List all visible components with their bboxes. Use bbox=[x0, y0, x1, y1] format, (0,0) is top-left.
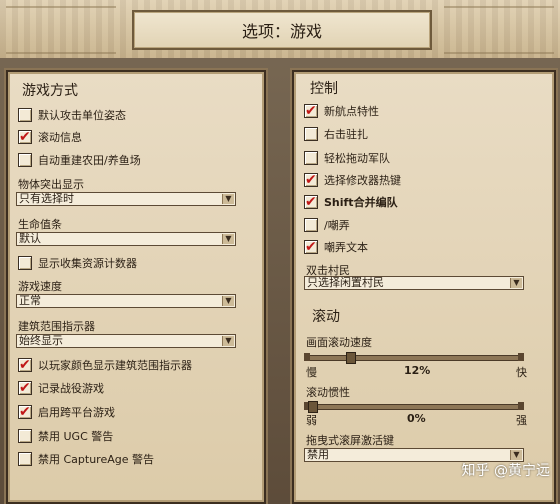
scroll-inertia-track[interactable] bbox=[308, 404, 520, 410]
chevron-down-icon[interactable]: ▼ bbox=[222, 336, 234, 346]
unit-highlight-select[interactable]: 只有选择时 ▼ bbox=[16, 192, 236, 206]
select-value: 禁用 bbox=[307, 448, 329, 461]
ornament-right bbox=[444, 6, 554, 54]
checkbox-taunt-text[interactable]: 嘲弄文本 bbox=[304, 238, 368, 256]
select-value: 始终显示 bbox=[19, 334, 63, 347]
checkbox-label: 嘲弄文本 bbox=[324, 241, 368, 254]
controls-section-title: 控制 bbox=[310, 81, 338, 97]
checkbox-disable-captureage-warning[interactable]: 禁用 CaptureAge 警告 bbox=[18, 450, 154, 468]
select-value: 默认 bbox=[19, 232, 41, 245]
scroll-speed-knob[interactable] bbox=[346, 352, 357, 364]
scroll-speed-max-label: 快 bbox=[516, 366, 527, 379]
health-bar-label: 生命值条 bbox=[18, 218, 62, 231]
checkbox-label: Shift合并编队 bbox=[324, 196, 398, 209]
checkbox-label: 选择修改器热键 bbox=[324, 174, 401, 187]
ornament-left bbox=[6, 6, 116, 54]
checkbox-label: 默认攻击单位姿态 bbox=[38, 109, 126, 122]
checkbox-right-click-garrison[interactable]: 右击驻扎 bbox=[304, 125, 368, 143]
checkbox-disable-ugc-warning[interactable]: 禁用 UGC 警告 bbox=[18, 427, 113, 445]
double-click-villager-select[interactable]: 只选择闲置村民 ▼ bbox=[304, 276, 524, 290]
build-range-select[interactable]: 始终显示 ▼ bbox=[16, 334, 236, 348]
select-value: 只选择闲置村民 bbox=[307, 276, 384, 289]
checkbox-shift-merge-groups[interactable]: Shift合并编队 bbox=[304, 193, 398, 211]
checkbox-modifier-hotkeys[interactable]: 选择修改器热键 bbox=[304, 171, 401, 189]
checkbox-scrolling-info[interactable]: 滚动信息 bbox=[18, 128, 82, 146]
checkbox-taunt-command[interactable]: /嘲弄 bbox=[304, 216, 350, 234]
checkbox-box[interactable] bbox=[304, 218, 318, 232]
checkbox-crossplay[interactable]: 启用跨平台游戏 bbox=[18, 403, 115, 421]
watermark: 知乎 @黄宁远 bbox=[461, 463, 550, 479]
scroll-speed-min-label: 慢 bbox=[306, 366, 317, 379]
checkbox-box[interactable] bbox=[304, 238, 318, 256]
checkbox-box[interactable] bbox=[18, 256, 32, 270]
scroll-inertia-value: 0% bbox=[407, 412, 426, 425]
checkbox-box[interactable] bbox=[18, 379, 32, 397]
title-plate: 选项：游戏 bbox=[132, 10, 432, 50]
scroll-speed-label: 画面滚动速度 bbox=[306, 336, 372, 349]
checkbox-label: /嘲弄 bbox=[324, 219, 350, 232]
checkbox-player-color-range[interactable]: 以玩家颜色显示建筑范围指示器 bbox=[18, 356, 192, 374]
controls-panel: 控制 新航点特性 右击驻扎 轻松拖动军队 选择修改器热键 Shift合并编队 /… bbox=[292, 70, 556, 504]
scroll-inertia-label: 滚动惯性 bbox=[306, 386, 350, 399]
checkbox-box[interactable] bbox=[18, 403, 32, 421]
game-speed-label: 游戏速度 bbox=[18, 280, 62, 293]
chevron-down-icon[interactable]: ▼ bbox=[222, 234, 234, 244]
checkbox-label: 以玩家颜色显示建筑范围指示器 bbox=[38, 359, 192, 372]
select-value: 正常 bbox=[19, 294, 41, 307]
checkbox-box[interactable] bbox=[18, 108, 32, 122]
scroll-section-title: 滚动 bbox=[312, 309, 340, 325]
checkbox-record-campaign[interactable]: 记录战役游戏 bbox=[18, 379, 104, 397]
build-range-label: 建筑范围指示器 bbox=[18, 320, 95, 333]
checkbox-box[interactable] bbox=[18, 429, 32, 443]
scroll-inertia-max-label: 强 bbox=[516, 414, 527, 427]
scroll-inertia-min-label: 弱 bbox=[306, 414, 317, 427]
checkbox-box[interactable] bbox=[18, 128, 32, 146]
checkbox-label: 禁用 CaptureAge 警告 bbox=[38, 453, 155, 466]
checkbox-box[interactable] bbox=[304, 127, 318, 141]
scroll-speed-end-left bbox=[304, 353, 310, 361]
checkbox-auto-rebuild-farms[interactable]: 自动重建农田/养鱼场 bbox=[18, 151, 141, 169]
checkbox-label: 轻松拖动军队 bbox=[324, 152, 390, 165]
chevron-down-icon[interactable]: ▼ bbox=[510, 450, 522, 460]
checkbox-new-waypoints[interactable]: 新航点特性 bbox=[304, 102, 379, 120]
header-band: 选项：游戏 bbox=[0, 0, 560, 58]
scroll-inertia-end-right bbox=[518, 402, 524, 410]
scroll-speed-end-right bbox=[518, 353, 524, 361]
unit-highlight-label: 物体突出显示 bbox=[18, 178, 84, 191]
scroll-speed-track[interactable] bbox=[308, 355, 520, 361]
page-title: 选项：游戏 bbox=[241, 22, 322, 41]
checkbox-label: 自动重建农田/养鱼场 bbox=[38, 154, 141, 167]
checkbox-box[interactable] bbox=[304, 151, 318, 165]
chevron-down-icon[interactable]: ▼ bbox=[510, 278, 522, 288]
checkbox-box[interactable] bbox=[304, 171, 318, 189]
chevron-down-icon[interactable]: ▼ bbox=[222, 296, 234, 306]
health-bar-select[interactable]: 默认 ▼ bbox=[16, 232, 236, 246]
chevron-down-icon[interactable]: ▼ bbox=[222, 194, 234, 204]
checkbox-label: 禁用 UGC 警告 bbox=[38, 430, 114, 443]
edge-scroll-key-label: 拖曳式滚屏激活键 bbox=[306, 434, 394, 447]
checkbox-label: 记录战役游戏 bbox=[38, 382, 104, 395]
checkbox-box[interactable] bbox=[18, 356, 32, 374]
checkbox-resource-counter[interactable]: 显示收集资源计数器 bbox=[18, 254, 137, 272]
checkbox-easy-drag-army[interactable]: 轻松拖动军队 bbox=[304, 149, 390, 167]
checkbox-box[interactable] bbox=[18, 452, 32, 466]
checkbox-box[interactable] bbox=[304, 102, 318, 120]
game-speed-select[interactable]: 正常 ▼ bbox=[16, 294, 236, 308]
checkbox-label: 显示收集资源计数器 bbox=[38, 257, 137, 270]
gameplay-section-title: 游戏方式 bbox=[22, 83, 78, 99]
checkbox-default-attack-stance[interactable]: 默认攻击单位姿态 bbox=[18, 106, 126, 124]
checkbox-box[interactable] bbox=[18, 153, 32, 167]
checkbox-label: 新航点特性 bbox=[324, 105, 379, 118]
checkbox-label: 滚动信息 bbox=[38, 131, 82, 144]
checkbox-label: 右击驻扎 bbox=[324, 128, 368, 141]
select-value: 只有选择时 bbox=[19, 192, 74, 205]
gameplay-panel: 游戏方式 默认攻击单位姿态 滚动信息 自动重建农田/养鱼场 物体突出显示 只有选… bbox=[6, 70, 266, 504]
checkbox-label: 启用跨平台游戏 bbox=[38, 406, 115, 419]
scroll-speed-value: 12% bbox=[404, 364, 431, 377]
checkbox-box[interactable] bbox=[304, 193, 318, 211]
